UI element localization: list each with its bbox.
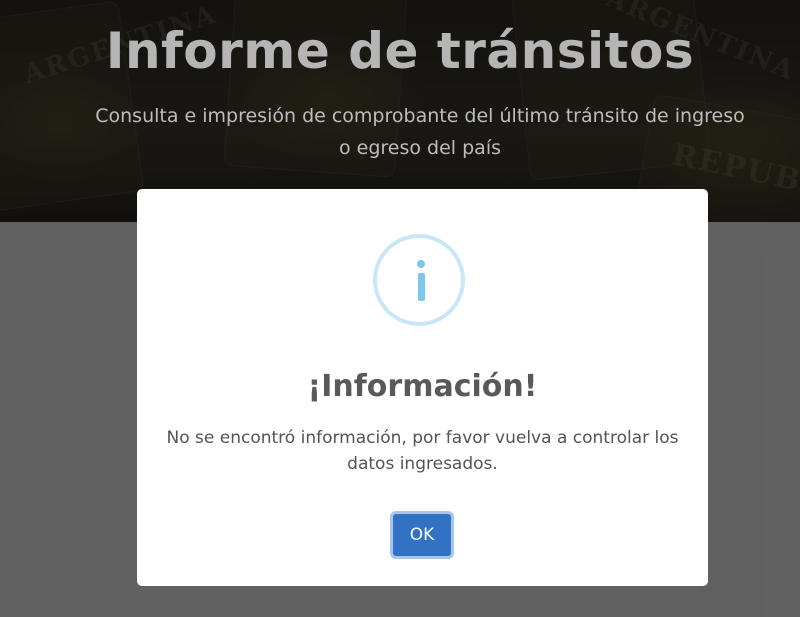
- ok-button[interactable]: OK: [390, 511, 454, 559]
- dialog-title: ¡Información!: [307, 369, 538, 404]
- info-dialog: ¡Información! No se encontró información…: [137, 189, 708, 586]
- page-subtitle: Consulta e impresión de comprobante del …: [95, 105, 745, 159]
- page-title: Informe de tránsitos: [105, 22, 695, 80]
- info-icon: [373, 234, 465, 326]
- dialog-message: No se encontró información, por favor vu…: [166, 428, 679, 474]
- info-icon-dot: [417, 260, 425, 268]
- info-icon-stem: [417, 273, 425, 301]
